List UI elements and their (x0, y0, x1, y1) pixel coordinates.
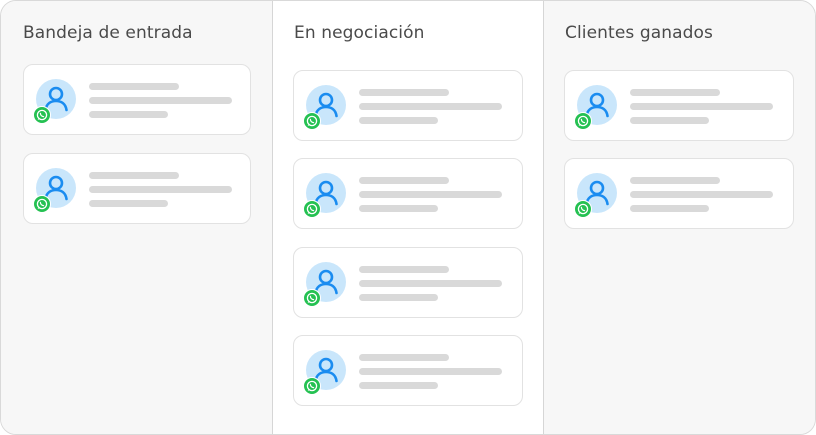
column-en-negociacion: En negociación (273, 1, 544, 434)
whatsapp-icon (303, 200, 321, 218)
contact-card[interactable] (293, 247, 523, 318)
placeholder-line (89, 97, 232, 104)
contact-card[interactable] (564, 158, 794, 229)
placeholder-line (359, 382, 438, 389)
placeholder-line (359, 266, 449, 273)
whatsapp-icon (303, 289, 321, 307)
contact-card[interactable] (23, 64, 251, 135)
whatsapp-icon (574, 112, 592, 130)
placeholder-line (359, 368, 502, 375)
placeholder-line (630, 177, 720, 184)
placeholder-line (359, 177, 449, 184)
column-title: Bandeja de entrada (23, 23, 193, 43)
placeholder-line (630, 191, 773, 198)
placeholder-line (359, 191, 502, 198)
column-clientes-ganados: Clientes ganados (544, 1, 815, 434)
placeholder-line (89, 186, 232, 193)
column-bandeja-de-entrada: Bandeja de entrada (1, 1, 273, 434)
whatsapp-icon (33, 106, 51, 124)
placeholder-line (89, 111, 168, 118)
placeholder-line (359, 103, 502, 110)
kanban-board: Bandeja de entrada En negociación Client… (0, 0, 816, 435)
placeholder-line (89, 200, 168, 207)
placeholder-line (359, 354, 449, 361)
placeholder-line (359, 280, 502, 287)
placeholder-line (359, 89, 449, 96)
contact-card[interactable] (564, 70, 794, 141)
whatsapp-icon (303, 377, 321, 395)
placeholder-line (359, 205, 438, 212)
placeholder-line (359, 117, 438, 124)
placeholder-line (89, 83, 179, 90)
whatsapp-icon (303, 112, 321, 130)
contact-card[interactable] (23, 153, 251, 224)
placeholder-line (630, 103, 773, 110)
column-title: Clientes ganados (565, 23, 713, 43)
placeholder-line (630, 89, 720, 96)
placeholder-line (630, 205, 709, 212)
contact-card[interactable] (293, 335, 523, 406)
placeholder-line (359, 294, 438, 301)
column-title: En negociación (294, 23, 425, 43)
contact-card[interactable] (293, 70, 523, 141)
contact-card[interactable] (293, 158, 523, 229)
whatsapp-icon (33, 195, 51, 213)
placeholder-line (89, 172, 179, 179)
placeholder-line (630, 117, 709, 124)
whatsapp-icon (574, 200, 592, 218)
